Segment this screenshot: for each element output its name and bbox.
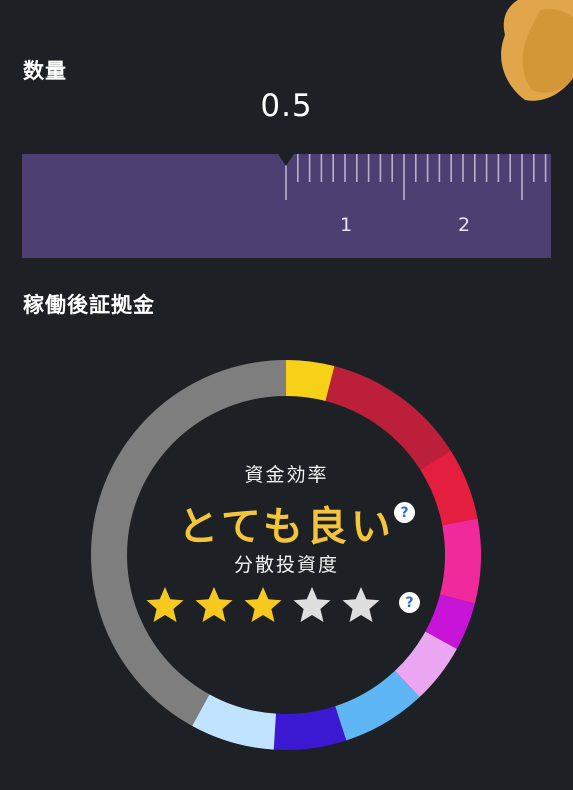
gauge-segment xyxy=(273,706,347,751)
diversity-star-rating xyxy=(145,585,395,635)
star-filled-icon xyxy=(195,587,233,622)
gauge-segment xyxy=(325,366,451,470)
diversity-label: 分散投資度 xyxy=(233,554,339,576)
star-filled-icon xyxy=(146,587,184,622)
star-empty-icon xyxy=(342,587,380,622)
diversity-help-icon[interactable]: ? xyxy=(399,592,420,613)
efficiency-help-icon[interactable]: ? xyxy=(394,502,415,523)
efficiency-rating: とても良い xyxy=(178,504,395,550)
star-filled-icon xyxy=(244,587,282,622)
star-empty-icon xyxy=(293,587,331,622)
efficiency-gauge xyxy=(90,360,481,751)
efficiency-label: 資金効率 xyxy=(244,464,329,486)
